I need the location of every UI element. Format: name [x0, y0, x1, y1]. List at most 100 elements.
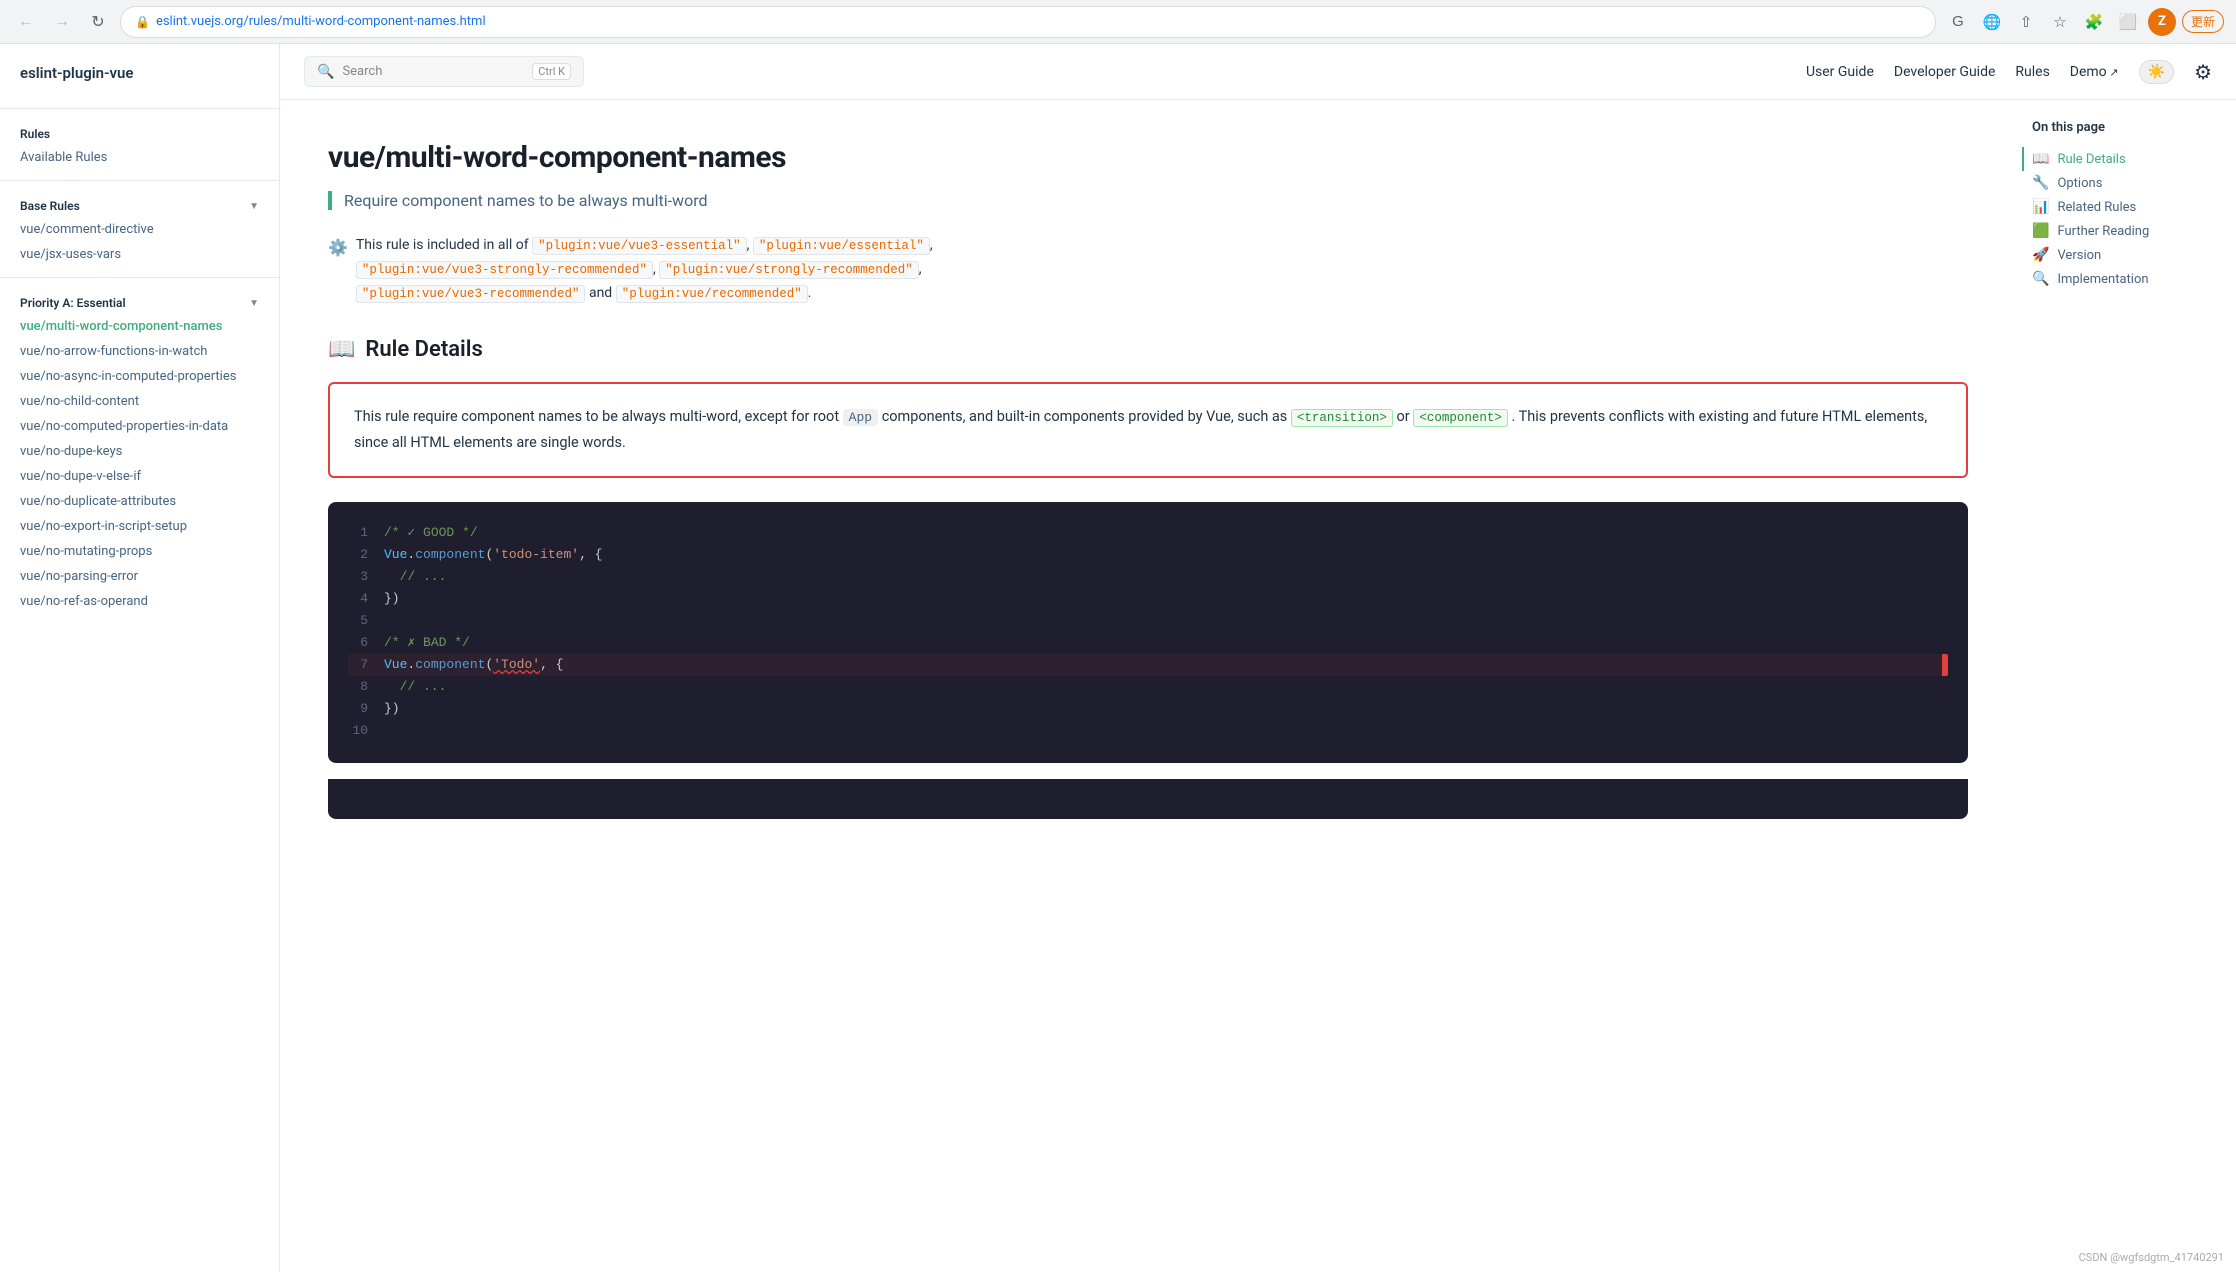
main-content: vue/multi-word-component-names Require c… — [280, 100, 2016, 1272]
theme-toggle-button[interactable]: ☀️ — [2139, 60, 2174, 84]
sidebar-item-no-dupe-keys[interactable]: vue/no-dupe-keys — [0, 439, 279, 464]
code-content-4: }) — [384, 588, 400, 610]
sidebar-divider-1 — [0, 108, 279, 109]
code-line-7: 7 Vue.component('Todo', { — [348, 654, 1948, 676]
translate-icon[interactable]: 🌐 — [1978, 8, 2006, 36]
sidebar-item-no-arrow[interactable]: vue/no-arrow-functions-in-watch — [0, 339, 279, 364]
bad-line-marker — [1942, 654, 1948, 676]
page-layout: eslint-plugin-vue Rules Available Rules … — [0, 44, 2236, 1272]
lock-icon: 🔒 — [135, 15, 150, 29]
browser-chrome: ← → ↻ 🔒 eslint.vuejs.org/rules/multi-wor… — [0, 0, 2236, 44]
toc-item-further-reading[interactable]: 🟩 Further Reading — [2032, 219, 2220, 243]
toc-item-rule-details[interactable]: 📖 Rule Details — [2022, 147, 2220, 171]
code-comment-good: /* ✓ GOOD */ — [384, 522, 478, 544]
address-bar[interactable]: 🔒 eslint.vuejs.org/rules/multi-word-comp… — [120, 6, 1936, 38]
code-line-10: 10 — [348, 720, 1948, 742]
sidebar-item-no-duplicate-attr[interactable]: vue/no-duplicate-attributes — [0, 489, 279, 514]
toc-icon-related-rules: 📊 — [2032, 199, 2049, 215]
sidebar-item-no-child[interactable]: vue/no-child-content — [0, 389, 279, 414]
sidebar-item-no-async[interactable]: vue/no-async-in-computed-properties — [0, 364, 279, 389]
sidebar-divider-2 — [0, 180, 279, 181]
line-num-10: 10 — [348, 720, 368, 742]
code-comment-8: // ... — [384, 676, 446, 698]
code-line-2: 2 Vue.component('todo-item', { — [348, 544, 1948, 566]
code-block-footer — [328, 779, 1968, 819]
code-comment-bad: /* ✗ BAD */ — [384, 632, 470, 654]
sidebar-item-comment-directive[interactable]: vue/comment-directive — [0, 217, 279, 242]
top-nav-links: User Guide Developer Guide Rules Demo ☀️… — [1806, 60, 2212, 84]
sidebar-item-available-rules[interactable]: Available Rules — [0, 145, 279, 170]
reload-button[interactable]: ↻ — [84, 8, 112, 36]
sidebar-item-no-parsing[interactable]: vue/no-parsing-error — [0, 564, 279, 589]
line-num-1: 1 — [348, 522, 368, 544]
sidebar-item-jsx-uses-vars[interactable]: vue/jsx-uses-vars — [0, 242, 279, 267]
toc-item-implementation[interactable]: 🔍 Implementation — [2032, 267, 2220, 291]
bookmark-icon[interactable]: ☆ — [2046, 8, 2074, 36]
sidebar-divider-3 — [0, 277, 279, 278]
tag-strongly: "plugin:vue/strongly-recommended" — [659, 261, 919, 279]
share-icon[interactable]: ⇧ — [2012, 8, 2040, 36]
included-notice: ⚙️ This rule is included in all of "plug… — [328, 234, 1968, 305]
split-icon[interactable]: ⬜ — [2114, 8, 2142, 36]
sidebar-item-multi-word[interactable]: vue/multi-word-component-names — [0, 314, 279, 339]
toc-item-related-rules[interactable]: 📊 Related Rules — [2032, 195, 2220, 219]
search-shortcut: Ctrl K — [532, 63, 571, 80]
sidebar-item-no-export[interactable]: vue/no-export-in-script-setup — [0, 514, 279, 539]
sidebar-item-no-mutating[interactable]: vue/no-mutating-props — [0, 539, 279, 564]
code-line-4: 4 }) — [348, 588, 1948, 610]
profile-button[interactable]: Z — [2148, 8, 2176, 36]
component-code: <component> — [1413, 409, 1508, 427]
line-num-5: 5 — [348, 610, 368, 632]
page-subtitle: Require component names to be always mul… — [328, 191, 1968, 210]
sidebar-item-no-ref[interactable]: vue/no-ref-as-operand — [0, 589, 279, 614]
page-title: vue/multi-word-component-names — [328, 140, 1968, 175]
nav-developer-guide[interactable]: Developer Guide — [1894, 64, 1996, 80]
update-button[interactable]: 更新 — [2182, 10, 2224, 33]
nav-demo[interactable]: Demo — [2070, 64, 2119, 80]
right-sidebar: On this page 📖 Rule Details 🔧 Options 📊 … — [2016, 100, 2236, 1272]
toc-icon-further-reading: 🟩 — [2032, 223, 2049, 239]
tag-vue3-essential: "plugin:vue/vue3-essential" — [532, 237, 747, 255]
search-box[interactable]: 🔍 Search Ctrl K — [304, 56, 584, 87]
sidebar-section-priority-a[interactable]: Priority A: Essential ▼ — [0, 288, 279, 314]
top-nav: 🔍 Search Ctrl K User Guide Developer Gui… — [280, 44, 2236, 100]
nav-user-guide[interactable]: User Guide — [1806, 64, 1874, 80]
code-block: 1 /* ✓ GOOD */ 2 Vue.component('todo-ite… — [328, 502, 1968, 763]
gear-icon: ⚙️ — [328, 234, 348, 261]
toc-icon-implementation: 🔍 — [2032, 271, 2049, 287]
nav-rules[interactable]: Rules — [2015, 64, 2049, 80]
chevron-priority-a: ▼ — [249, 298, 259, 309]
line-num-4: 4 — [348, 588, 368, 610]
transition-code: <transition> — [1291, 409, 1393, 427]
rule-details-heading: 📖 Rule Details — [328, 337, 1968, 362]
sidebar-item-no-computed[interactable]: vue/no-computed-properties-in-data — [0, 414, 279, 439]
rule-details-icon: 📖 — [328, 337, 355, 362]
github-icon[interactable]: ⚙ — [2194, 60, 2212, 84]
search-area: 🔍 Search Ctrl K — [304, 56, 584, 87]
search-label: Search — [342, 64, 382, 79]
forward-button[interactable]: → — [48, 8, 76, 36]
code-content-9: }) — [384, 698, 400, 720]
toc-icon-version: 🚀 — [2032, 247, 2049, 263]
line-num-9: 9 — [348, 698, 368, 720]
line-num-3: 3 — [348, 566, 368, 588]
included-text: This rule is included in all of "plugin:… — [356, 234, 933, 305]
sidebar-section-base-rules[interactable]: Base Rules ▼ — [0, 191, 279, 217]
code-content-5 — [384, 610, 392, 632]
browser-toolbar-right: G 🌐 ⇧ ☆ 🧩 ⬜ Z 更新 — [1944, 8, 2224, 36]
back-button[interactable]: ← — [12, 8, 40, 36]
code-content-7: Vue.component('Todo', { — [384, 654, 563, 676]
sidebar-item-no-dupe-v-else[interactable]: vue/no-dupe-v-else-if — [0, 464, 279, 489]
code-line-5: 5 — [348, 610, 1948, 632]
sidebar-logo: eslint-plugin-vue — [0, 64, 279, 98]
extensions-icon[interactable]: 🧩 — [2080, 8, 2108, 36]
toc-item-options[interactable]: 🔧 Options — [2032, 171, 2220, 195]
sidebar: eslint-plugin-vue Rules Available Rules … — [0, 44, 280, 1272]
code-content-10 — [384, 720, 392, 742]
rule-details-box: This rule require component names to be … — [328, 382, 1968, 477]
toc-item-version[interactable]: 🚀 Version — [2032, 243, 2220, 267]
chevron-base-rules: ▼ — [249, 201, 259, 212]
code-line-8: 8 // ... — [348, 676, 1948, 698]
search-icon: 🔍 — [317, 64, 334, 80]
google-icon[interactable]: G — [1944, 8, 1972, 36]
